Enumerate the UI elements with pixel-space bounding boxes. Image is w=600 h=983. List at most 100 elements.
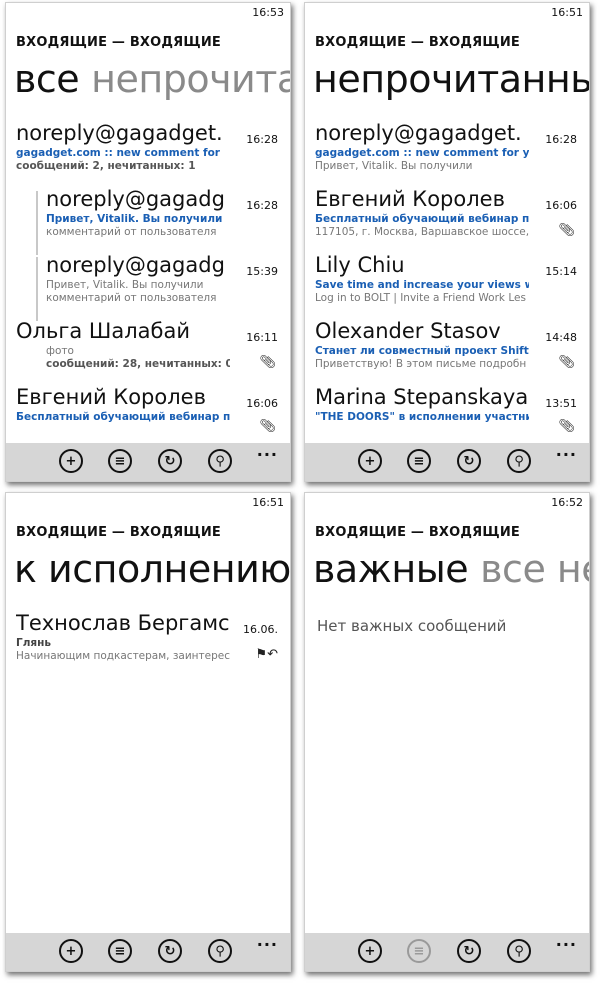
list-item[interactable]: Евгений Королев Бесплатный обучающий веб… — [305, 185, 589, 251]
message-subject: Глянь — [16, 637, 52, 649]
select-list-icon[interactable]: ≡ — [108, 939, 132, 963]
list-item[interactable]: noreply@gagadg Привет, Vitalik. Вы получ… — [6, 251, 290, 321]
account-title: ВХОДЯЩИЕ — ВХОДЯЩИЕ — [16, 35, 221, 50]
message-sender: Olexander Stasov — [315, 319, 501, 343]
phone-screen-unread: 16:51 ВХОДЯЩИЕ — ВХОДЯЩИЕ непрочитанны n… — [304, 2, 590, 482]
list-item[interactable]: noreply@gagadg Привет, Vitalik. Вы получ… — [6, 185, 290, 255]
message-time: 15:14 — [545, 265, 577, 278]
message-preview: комментарий от пользователя — [46, 226, 217, 238]
thread-bar — [36, 191, 38, 255]
more-icon[interactable]: ... — [257, 441, 278, 460]
list-item[interactable]: Ольга Шалабай фото сообщений: 28, нечита… — [6, 317, 290, 383]
list-item[interactable]: Olexander Stasov Станет ли совместный пр… — [305, 317, 589, 383]
message-time: 16:28 — [246, 133, 278, 146]
pivot-tab-unread[interactable]: непрочита — [91, 57, 290, 101]
list-item[interactable]: Lily Chiu Save time and increase your vi… — [305, 251, 589, 317]
message-time: 13:51 — [545, 397, 577, 410]
message-subject: фото — [46, 345, 74, 357]
more-icon[interactable]: ... — [257, 931, 278, 950]
pivot-header: непрочитанны — [313, 55, 589, 103]
select-list-icon[interactable]: ≡ — [108, 449, 132, 473]
pivot-tab-all[interactable]: все не — [480, 547, 589, 591]
message-sender: noreply@gagadget. — [315, 121, 522, 145]
message-sender: Евгений Королев — [315, 187, 505, 211]
attachment-icon: 📎︎ — [558, 355, 575, 370]
pivot-header: все непрочита — [14, 55, 290, 103]
more-icon[interactable]: ... — [556, 931, 577, 950]
pivot-tab-followup[interactable]: к исполнению — [14, 547, 290, 591]
message-preview: Приветствую! В этом письме подробн — [315, 358, 527, 370]
message-sender: noreply@gagadg — [46, 253, 225, 277]
message-sender: noreply@gagadg — [46, 187, 225, 211]
select-list-icon[interactable]: ≡ — [407, 449, 431, 473]
search-icon[interactable]: ⚲ — [507, 939, 531, 963]
list-item[interactable]: noreply@gagadget. gagadget.com :: new co… — [305, 119, 589, 185]
account-title: ВХОДЯЩИЕ — ВХОДЯЩИЕ — [315, 35, 520, 50]
message-time: 14:48 — [545, 331, 577, 344]
add-icon[interactable]: + — [59, 449, 83, 473]
add-icon[interactable]: + — [358, 449, 382, 473]
account-title: ВХОДЯЩИЕ — ВХОДЯЩИЕ — [315, 525, 520, 540]
add-icon[interactable]: + — [59, 939, 83, 963]
message-list: noreply@gagadget. gagadget.com :: new co… — [6, 119, 290, 443]
pivot-tab-all[interactable]: все — [14, 57, 80, 101]
sync-icon[interactable]: ↻ — [158, 449, 182, 473]
message-preview: комментарий от пользователя — [46, 292, 217, 304]
app-bar: + ≡ ↻ ⚲ ... — [305, 441, 589, 481]
message-preview: 117105, г. Москва, Варшавское шоссе, — [315, 226, 529, 238]
message-time: 16.06. — [243, 623, 278, 636]
phone-screen-followup: 16:51 ВХОДЯЩИЕ — ВХОДЯЩИЕ к исполнению Т… — [5, 492, 291, 972]
message-subject: Привет, Vitalik. Вы получили — [46, 213, 223, 225]
more-icon[interactable]: ... — [556, 441, 577, 460]
message-time: 16:06 — [545, 199, 577, 212]
account-title: ВХОДЯЩИЕ — ВХОДЯЩИЕ — [16, 525, 221, 540]
message-sender: noreply@gagadget. — [16, 121, 223, 145]
list-item[interactable]: Технослав Бергамс Глянь Начинающим подка… — [6, 609, 290, 675]
message-time: 15:39 — [246, 265, 278, 278]
search-icon[interactable]: ⚲ — [208, 939, 232, 963]
message-preview: сообщений: 2, нечитанных: 1 — [16, 160, 196, 172]
pivot-tab-important[interactable]: важные — [313, 547, 469, 591]
app-bar: + ≡ ↻ ⚲ ... — [305, 931, 589, 971]
attachment-icon: 📎︎ — [259, 419, 276, 434]
pivot-tab-unread[interactable]: непрочитанны — [313, 57, 589, 101]
status-time: 16:52 — [551, 496, 583, 509]
message-sender: Marina Stepanskaya — [315, 385, 529, 409]
thread-bar — [36, 257, 38, 321]
sync-icon[interactable]: ↻ — [158, 939, 182, 963]
message-sender: Lily Chiu — [315, 253, 405, 277]
message-preview: Привет, Vitalik. Вы получили — [315, 160, 473, 172]
message-preview: Log in to BOLT | Invite a Friend Work Le… — [315, 292, 526, 304]
message-preview: Начинающим подкастерам, заинтересо — [16, 650, 230, 662]
search-icon[interactable]: ⚲ — [208, 449, 232, 473]
message-time: 16:11 — [246, 331, 278, 344]
app-bar: + ≡ ↻ ⚲ ... — [6, 931, 290, 971]
message-list: noreply@gagadget. gagadget.com :: new co… — [305, 119, 589, 443]
list-item[interactable]: Евгений Королев Бесплатный обучающий веб… — [6, 383, 290, 443]
sync-icon[interactable]: ↻ — [457, 939, 481, 963]
message-sender: Технослав Бергамс — [16, 611, 230, 635]
status-time: 16:53 — [252, 6, 284, 19]
message-subject: "THE DOORS" в исполнении участнико — [315, 411, 529, 423]
list-item[interactable]: Marina Stepanskaya "THE DOORS" в исполне… — [305, 383, 589, 443]
message-subject: Привет, Vitalik. Вы получили — [46, 279, 204, 291]
phone-screen-important: 16:52 ВХОДЯЩИЕ — ВХОДЯЩИЕ важныевсе не Н… — [304, 492, 590, 972]
message-subject: gagadget.com :: new comment for your — [315, 147, 529, 159]
message-sender: Евгений Королев — [16, 385, 206, 409]
add-icon[interactable]: + — [358, 939, 382, 963]
message-subject: Бесплатный обучающий вебинар по с — [16, 411, 230, 423]
status-time: 16:51 — [551, 6, 583, 19]
pivot-header: важныевсе не — [313, 545, 589, 593]
attachment-icon: 📎︎ — [558, 419, 575, 434]
sync-icon[interactable]: ↻ — [457, 449, 481, 473]
phone-screen-all: 16:53 ВХОДЯЩИЕ — ВХОДЯЩИЕ все непрочита n… — [5, 2, 291, 482]
flag-reply-icon: ⚑↶ — [255, 647, 278, 662]
list-item[interactable]: noreply@gagadget. gagadget.com :: new co… — [6, 119, 290, 185]
message-subject: gagadget.com :: new comment for — [16, 147, 220, 159]
search-icon[interactable]: ⚲ — [507, 449, 531, 473]
message-subject: Бесплатный обучающий вебинар по с — [315, 213, 529, 225]
message-time: 16:06 — [246, 397, 278, 410]
app-bar: + ≡ ↻ ⚲ ... — [6, 441, 290, 481]
message-time: 16:28 — [545, 133, 577, 146]
attachment-icon: 📎︎ — [259, 355, 276, 370]
